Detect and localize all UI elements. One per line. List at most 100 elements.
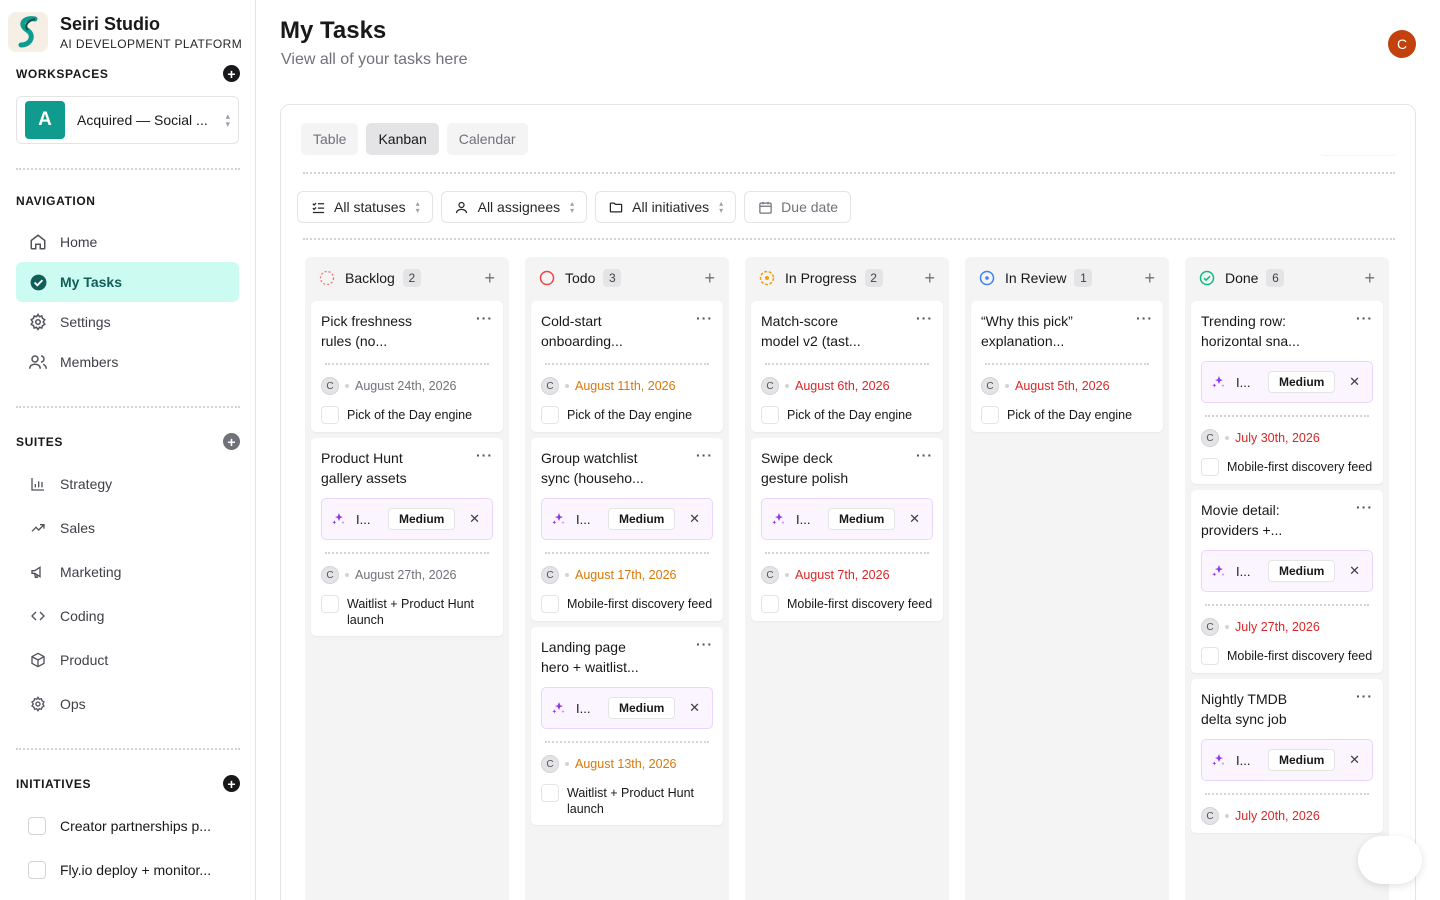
- close-icon[interactable]: ✕: [909, 511, 920, 527]
- more-options-icon[interactable]: ···: [696, 311, 713, 327]
- nav-item-settings[interactable]: Settings: [16, 302, 239, 342]
- task-card[interactable]: Group watchlist sync (househo... ··· I..…: [531, 438, 723, 621]
- more-options-icon[interactable]: ···: [696, 448, 713, 464]
- nav-item-home[interactable]: Home: [16, 222, 239, 262]
- task-card[interactable]: Nightly TMDB delta sync job ··· I... Med…: [1191, 679, 1383, 833]
- assignee-avatar[interactable]: C: [541, 566, 559, 584]
- task-card[interactable]: Product Hunt gallery assets ··· I... Med…: [311, 438, 503, 636]
- nav-item-marketing[interactable]: Marketing: [16, 552, 239, 592]
- more-options-icon[interactable]: ···: [1356, 311, 1373, 327]
- task-card[interactable]: Cold-start onboarding... ··· C August 11…: [531, 301, 723, 432]
- nav-item-my-tasks[interactable]: My Tasks: [16, 262, 239, 302]
- initiative-checkbox[interactable]: [1201, 647, 1219, 665]
- more-options-icon[interactable]: ···: [476, 311, 493, 327]
- assignee-avatar[interactable]: C: [981, 377, 999, 395]
- due-date[interactable]: August 27th, 2026: [355, 568, 456, 582]
- task-initiative[interactable]: Pick of the Day engine: [321, 406, 493, 424]
- initiative-checkbox[interactable]: [541, 595, 559, 613]
- close-icon[interactable]: ✕: [689, 700, 700, 716]
- due-date[interactable]: July 30th, 2026: [1235, 431, 1320, 445]
- nav-item-ops[interactable]: Ops: [16, 684, 239, 724]
- task-card[interactable]: Movie detail: providers +... ··· I... Me…: [1191, 490, 1383, 673]
- more-options-icon[interactable]: ···: [1356, 689, 1373, 705]
- nav-item-coding[interactable]: Coding: [16, 596, 239, 636]
- assignee-avatar[interactable]: C: [1201, 429, 1219, 447]
- close-icon[interactable]: ✕: [689, 511, 700, 527]
- initiative-checkbox[interactable]: [541, 784, 559, 802]
- issue-chip[interactable]: I... Medium ✕: [1201, 739, 1373, 781]
- add-initiative-plus-icon[interactable]: +: [223, 775, 240, 792]
- more-options-icon[interactable]: ···: [916, 311, 933, 327]
- assignee-avatar[interactable]: C: [1201, 807, 1219, 825]
- task-card[interactable]: Pick freshness rules (no... ··· C August…: [311, 301, 503, 432]
- workspace-switcher[interactable]: A Acquired — Social ... ▴ ▾: [16, 96, 239, 144]
- priority-badge[interactable]: Medium: [388, 508, 456, 530]
- close-icon[interactable]: ✕: [1349, 563, 1360, 579]
- nav-item-sales[interactable]: Sales: [16, 508, 239, 548]
- due-date[interactable]: August 13th, 2026: [575, 757, 676, 771]
- tab-calendar[interactable]: Calendar: [446, 123, 528, 155]
- issue-chip[interactable]: I... Medium ✕: [541, 687, 713, 729]
- assignee-avatar[interactable]: C: [761, 566, 779, 584]
- nav-item-product[interactable]: Product: [16, 640, 239, 680]
- task-card[interactable]: “Why this pick” explanation... ··· C Aug…: [971, 301, 1163, 432]
- add-task-plus-icon[interactable]: +: [1144, 269, 1155, 287]
- priority-badge[interactable]: Medium: [608, 508, 676, 530]
- task-initiative[interactable]: Mobile-first discovery feed: [1201, 647, 1373, 665]
- due-date[interactable]: August 6th, 2026: [795, 379, 890, 393]
- task-card[interactable]: Trending row: horizontal sna... ··· I...…: [1191, 301, 1383, 484]
- tab-kanban[interactable]: Kanban: [366, 123, 439, 155]
- assignee-avatar[interactable]: C: [1201, 618, 1219, 636]
- task-initiative[interactable]: Mobile-first discovery feed: [761, 595, 933, 613]
- due-date[interactable]: July 27th, 2026: [1235, 620, 1320, 634]
- due-date-filter[interactable]: Due date: [744, 191, 851, 223]
- more-options-icon[interactable]: ···: [476, 448, 493, 464]
- initiative-checkbox[interactable]: [981, 406, 999, 424]
- task-initiative[interactable]: Pick of the Day engine: [541, 406, 713, 424]
- close-icon[interactable]: ✕: [1349, 752, 1360, 768]
- priority-badge[interactable]: Medium: [1268, 560, 1336, 582]
- initiative-checkbox[interactable]: [321, 406, 339, 424]
- assignee-avatar[interactable]: C: [761, 377, 779, 395]
- initiative-item[interactable]: Fly.io deploy + monitor...: [28, 858, 238, 882]
- close-icon[interactable]: ✕: [469, 511, 480, 527]
- task-initiative[interactable]: Waitlist + Product Hunt launch: [541, 784, 713, 817]
- assignee-avatar[interactable]: C: [321, 566, 339, 584]
- due-date[interactable]: August 11th, 2026: [575, 379, 676, 393]
- due-date[interactable]: August 5th, 2026: [1015, 379, 1110, 393]
- assignee-avatar[interactable]: C: [541, 755, 559, 773]
- nav-item-members[interactable]: Members: [16, 342, 239, 382]
- add-task-plus-icon[interactable]: +: [704, 269, 715, 287]
- initiative-checkbox[interactable]: [1201, 458, 1219, 476]
- task-initiative[interactable]: Pick of the Day engine: [981, 406, 1153, 424]
- task-card[interactable]: Match-score model v2 (tast... ··· C Augu…: [751, 301, 943, 432]
- issue-chip[interactable]: I... Medium ✕: [761, 498, 933, 540]
- due-date[interactable]: August 24th, 2026: [355, 379, 456, 393]
- initiative-filter[interactable]: All initiatives ▴ ▾: [595, 191, 737, 223]
- brand[interactable]: Seiri Studio AI DEVELOPMENT PLATFORM: [8, 12, 242, 52]
- priority-badge[interactable]: Medium: [608, 697, 676, 719]
- add-task-plus-icon[interactable]: +: [1364, 269, 1375, 287]
- nav-item-strategy[interactable]: Strategy: [16, 464, 239, 504]
- issue-chip[interactable]: I... Medium ✕: [1201, 550, 1373, 592]
- task-initiative[interactable]: Pick of the Day engine: [761, 406, 933, 424]
- assignee-filter[interactable]: All assignees ▴ ▾: [440, 191, 588, 223]
- assignee-avatar[interactable]: C: [541, 377, 559, 395]
- add-task-plus-icon[interactable]: +: [924, 269, 935, 287]
- add-suite-plus-icon[interactable]: +: [223, 433, 240, 450]
- more-options-icon[interactable]: ···: [916, 448, 933, 464]
- due-date[interactable]: August 7th, 2026: [795, 568, 890, 582]
- initiative-checkbox[interactable]: [541, 406, 559, 424]
- issue-chip[interactable]: I... Medium ✕: [1201, 361, 1373, 403]
- initiative-checkbox[interactable]: [28, 817, 46, 835]
- task-card[interactable]: Landing page hero + waitlist... ··· I...…: [531, 627, 723, 825]
- issue-chip[interactable]: I... Medium ✕: [321, 498, 493, 540]
- more-options-icon[interactable]: ···: [696, 637, 713, 653]
- initiative-checkbox[interactable]: [761, 595, 779, 613]
- priority-badge[interactable]: Medium: [1268, 749, 1336, 771]
- due-date[interactable]: July 20th, 2026: [1235, 809, 1320, 823]
- assignee-avatar[interactable]: C: [321, 377, 339, 395]
- close-icon[interactable]: ✕: [1349, 374, 1360, 390]
- task-initiative[interactable]: Mobile-first discovery feed: [1201, 458, 1373, 476]
- initiative-item[interactable]: Creator partnerships p...: [28, 814, 238, 838]
